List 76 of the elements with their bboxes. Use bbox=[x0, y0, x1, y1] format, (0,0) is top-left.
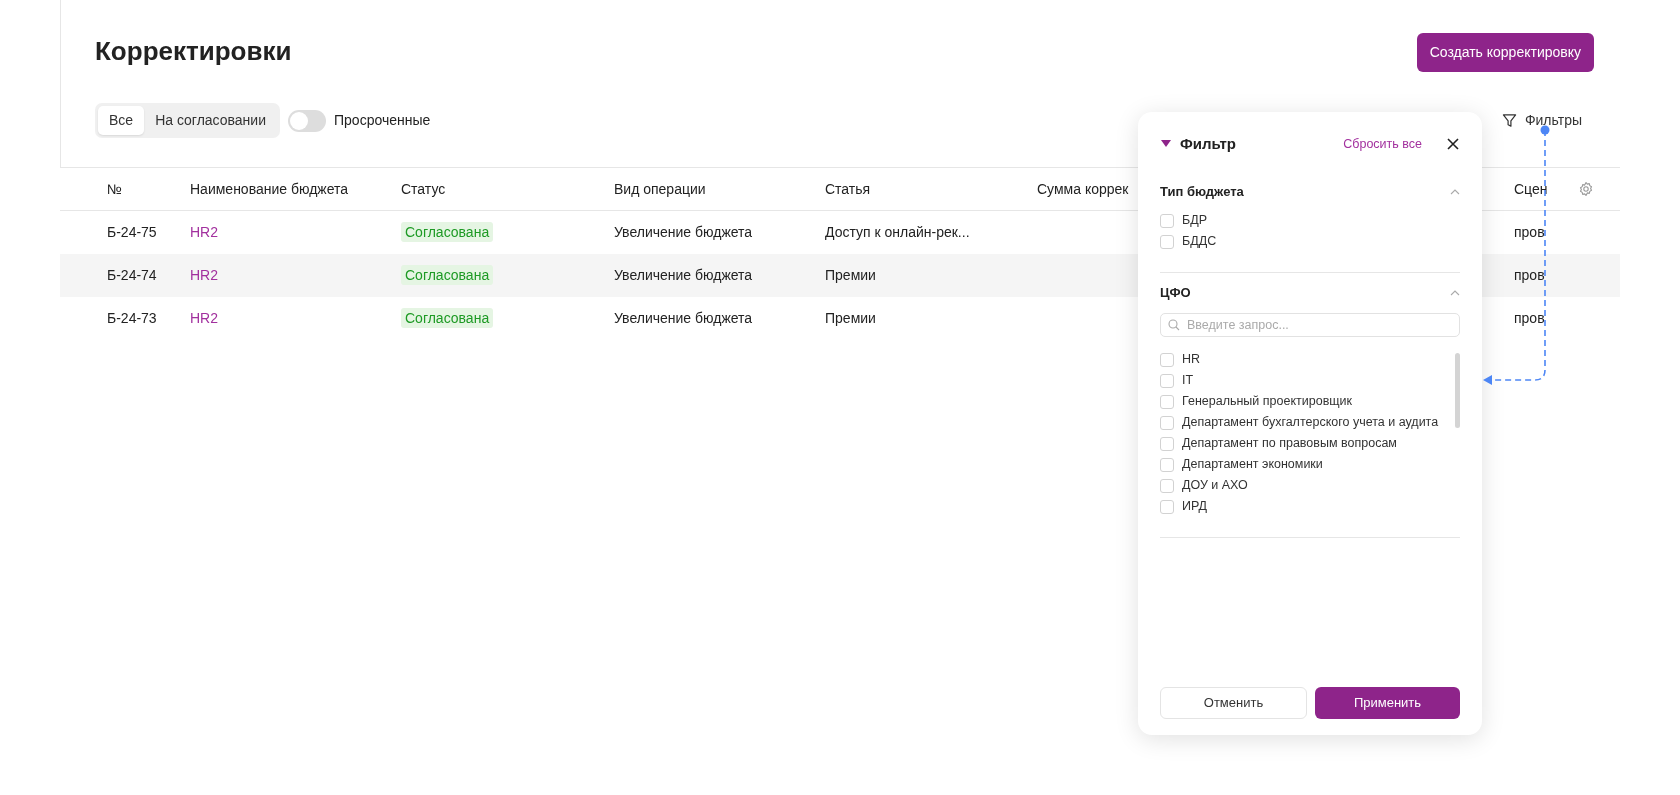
option-label: БДР bbox=[1182, 212, 1207, 230]
checkbox-option[interactable]: БДДС bbox=[1160, 231, 1460, 252]
number-cell: Б-24-75 bbox=[107, 224, 157, 240]
checkbox-option[interactable]: БДР bbox=[1160, 210, 1460, 231]
checkbox[interactable] bbox=[1160, 373, 1174, 388]
checkbox-option[interactable]: Департамент по правовым вопросам bbox=[1160, 433, 1455, 454]
operation-cell: Увеличение бюджета bbox=[614, 267, 753, 283]
checkbox[interactable] bbox=[1160, 213, 1174, 228]
article-cell: Премии bbox=[825, 310, 876, 326]
budget-link[interactable]: HR2 bbox=[190, 267, 218, 283]
chevron-icon[interactable] bbox=[1450, 189, 1460, 195]
filters-label: Фильтры bbox=[1524, 111, 1582, 130]
status-badge: Согласована bbox=[401, 222, 494, 242]
status-badge: Согласована bbox=[401, 265, 494, 285]
filters-link[interactable]: Фильтры bbox=[1501, 110, 1582, 131]
operation-cell: Увеличение бюджета bbox=[614, 224, 753, 240]
segment-tab[interactable]: На согласовании bbox=[144, 106, 277, 135]
column-header: № bbox=[107, 180, 123, 197]
section-title: ЦФО bbox=[1160, 284, 1191, 303]
checkbox[interactable] bbox=[1160, 457, 1174, 472]
checkbox-option[interactable]: ДОУ и АХО bbox=[1160, 475, 1455, 496]
option-label: Департамент бухгалтерского учета и аудита bbox=[1182, 414, 1439, 432]
option-label: Генеральный проектировщик bbox=[1182, 393, 1352, 411]
checkbox[interactable] bbox=[1160, 415, 1174, 430]
column-header: Статья bbox=[825, 180, 871, 197]
toggle-switch[interactable] bbox=[288, 109, 326, 132]
scrollbar[interactable] bbox=[1455, 353, 1460, 428]
checkbox[interactable] bbox=[1160, 499, 1174, 514]
checkbox[interactable] bbox=[1160, 478, 1174, 493]
article-cell: Премии bbox=[825, 267, 876, 283]
create-button[interactable]: Создать корректировку bbox=[1416, 32, 1594, 72]
option-label: HR bbox=[1182, 351, 1201, 369]
panel-title: Фильтр bbox=[1180, 133, 1236, 154]
budget-link[interactable]: HR2 bbox=[190, 224, 218, 240]
table-cell: пров bbox=[1514, 310, 1545, 326]
page-title: Корректировки bbox=[95, 36, 292, 68]
number-cell: Б-24-73 bbox=[107, 310, 157, 326]
option-label: IT bbox=[1182, 372, 1194, 390]
table-cell: пров bbox=[1514, 224, 1545, 240]
search-field[interactable]: Введите запрос... bbox=[1160, 313, 1460, 337]
filter-icon bbox=[1501, 113, 1517, 128]
column-header: Статус bbox=[401, 180, 446, 197]
checkbox-option[interactable]: IT bbox=[1160, 370, 1455, 391]
chevron-icon[interactable] bbox=[1450, 290, 1460, 296]
table-cell: пров bbox=[1514, 267, 1545, 283]
option-label: ИРД bbox=[1182, 498, 1207, 516]
checkbox[interactable] bbox=[1160, 352, 1174, 367]
column-header: Наименование бюджета bbox=[190, 180, 349, 197]
column-header: Вид операции bbox=[614, 180, 706, 197]
number-cell: Б-24-74 bbox=[107, 267, 157, 283]
checkbox[interactable] bbox=[1160, 394, 1174, 409]
checkbox-option[interactable]: Департамент бухгалтерского учета и аудита bbox=[1160, 412, 1455, 433]
article-cell: Доступ к онлайн-рек... bbox=[825, 224, 970, 240]
option-label: Департамент экономики bbox=[1182, 456, 1323, 474]
column-header: Сцен bbox=[1514, 180, 1548, 197]
option-label: ДОУ и АХО bbox=[1182, 477, 1248, 495]
checkbox-option[interactable]: ИРД bbox=[1160, 496, 1455, 517]
settings-icon[interactable] bbox=[1578, 181, 1594, 197]
column-header: Сумма коррек bbox=[1037, 180, 1129, 197]
segment-tab[interactable]: Все bbox=[98, 106, 145, 135]
status-badge: Согласована bbox=[401, 308, 494, 328]
section-title: Тип бюджета bbox=[1160, 183, 1244, 202]
operation-cell: Увеличение бюджета bbox=[614, 310, 753, 326]
option-label: БДДС bbox=[1182, 233, 1217, 251]
close-button[interactable] bbox=[1446, 137, 1460, 151]
toggle-label: Просроченные bbox=[334, 111, 431, 130]
budget-link[interactable]: HR2 bbox=[190, 310, 218, 326]
reset-link[interactable]: Сбросить все bbox=[1343, 134, 1422, 154]
apply-button[interactable]: Применить bbox=[1315, 687, 1460, 719]
checkbox-option[interactable]: Департамент экономики bbox=[1160, 454, 1455, 475]
checkbox-option[interactable]: Генеральный проектировщик bbox=[1160, 391, 1455, 412]
option-label: Департамент по правовым вопросам bbox=[1182, 435, 1397, 453]
cancel-button[interactable]: Отменить bbox=[1160, 687, 1307, 719]
checkbox-option[interactable]: HR bbox=[1160, 349, 1455, 370]
checkbox[interactable] bbox=[1160, 436, 1174, 451]
checkbox[interactable] bbox=[1160, 234, 1174, 249]
